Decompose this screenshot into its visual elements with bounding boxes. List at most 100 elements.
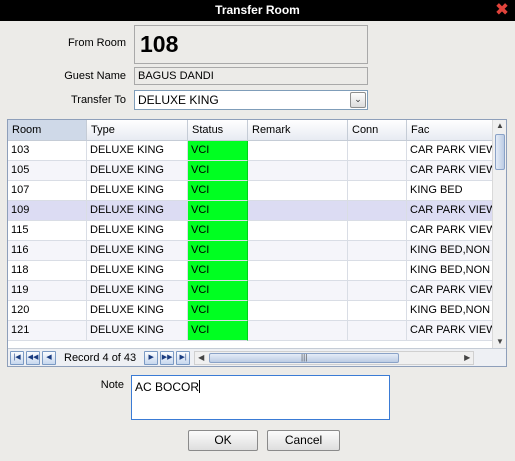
- grid-header: Room Type Status Remark Conn Fac: [8, 120, 493, 141]
- vertical-scroll-thumb[interactable]: [495, 134, 505, 170]
- cell-remark: [248, 141, 348, 161]
- cell-remark: [248, 201, 348, 221]
- table-row[interactable]: 115 DELUXE KING VCI CAR PARK VIEW: [8, 221, 493, 241]
- note-textarea[interactable]: AC BOCOR: [131, 375, 390, 420]
- cell-type: DELUXE KING: [87, 261, 188, 281]
- transfer-to-select[interactable]: DELUXE KING ⌄: [134, 90, 368, 110]
- cell-conn: [348, 181, 407, 201]
- cell-type: DELUXE KING: [87, 161, 188, 181]
- cell-fac: CAR PARK VIEW: [407, 201, 493, 221]
- table-row[interactable]: 107 DELUXE KING VCI KING BED: [8, 181, 493, 201]
- first-record-icon[interactable]: |◀: [10, 350, 24, 365]
- table-row[interactable]: 116 DELUXE KING VCI KING BED,NON S: [8, 241, 493, 261]
- cell-fac: CAR PARK VIEW: [407, 161, 493, 181]
- guest-name-label: Guest Name: [64, 70, 126, 82]
- scroll-down-icon[interactable]: ▼: [494, 336, 506, 348]
- cell-conn: [348, 161, 407, 181]
- cell-remark: [248, 181, 348, 201]
- cell-remark: [248, 321, 348, 341]
- cell-room: 120: [8, 301, 87, 321]
- close-icon[interactable]: ✖: [493, 1, 511, 19]
- record-navigator: |◀ ◀◀ ◀ Record 4 of 43 ▶ ▶▶ ▶| ◀ ||| ▶: [8, 348, 506, 366]
- cell-room: 116: [8, 241, 87, 261]
- cell-conn: [348, 321, 407, 341]
- column-header-fac[interactable]: Fac: [407, 120, 493, 141]
- cell-room: 121: [8, 321, 87, 341]
- scroll-right-icon[interactable]: ▶: [461, 352, 473, 364]
- vertical-scrollbar[interactable]: ▲ ▼: [492, 120, 506, 348]
- from-room-label: From Room: [67, 37, 126, 49]
- column-header-room[interactable]: Room: [8, 120, 87, 141]
- cell-fac: CAR PARK VIEW: [407, 221, 493, 241]
- cell-room: 105: [8, 161, 87, 181]
- title-bar: Transfer Room ✖: [0, 0, 515, 21]
- cell-room: 115: [8, 221, 87, 241]
- horizontal-scroll-thumb[interactable]: |||: [209, 352, 400, 363]
- cell-type: DELUXE KING: [87, 301, 188, 321]
- table-row[interactable]: 120 DELUXE KING VCI KING BED,NON S: [8, 301, 493, 321]
- cell-remark: [248, 301, 348, 321]
- table-row[interactable]: 119 DELUXE KING VCI CAR PARK VIEW: [8, 281, 493, 301]
- cell-conn: [348, 301, 407, 321]
- cell-conn: [348, 141, 407, 161]
- rooms-grid[interactable]: Room Type Status Remark Conn Fac 103 DELU…: [7, 119, 507, 367]
- previous-record-icon[interactable]: ◀: [42, 350, 56, 365]
- cell-room: 109: [8, 201, 87, 221]
- column-header-conn[interactable]: Conn: [348, 120, 407, 141]
- cell-type: DELUXE KING: [87, 321, 188, 341]
- previous-page-icon[interactable]: ◀◀: [26, 350, 40, 365]
- note-text: AC BOCOR: [135, 380, 200, 394]
- cell-status: VCI: [188, 301, 248, 321]
- table-row[interactable]: 103 DELUXE KING VCI CAR PARK VIEW: [8, 141, 493, 161]
- next-page-icon[interactable]: ▶▶: [160, 350, 175, 365]
- ok-button[interactable]: OK: [188, 430, 258, 451]
- cancel-button[interactable]: Cancel: [267, 430, 340, 451]
- cell-conn: [348, 261, 407, 281]
- cell-status: VCI: [188, 221, 248, 241]
- grid-body: 103 DELUXE KING VCI CAR PARK VIEW 105 DELUXE …: [8, 141, 493, 341]
- next-record-icon[interactable]: ▶: [144, 350, 159, 365]
- cell-type: DELUXE KING: [87, 281, 188, 301]
- cell-status: VCI: [188, 241, 248, 261]
- column-header-status[interactable]: Status: [188, 120, 248, 141]
- window-title: Transfer Room: [215, 3, 300, 17]
- cell-fac: KING BED,NON S: [407, 241, 493, 261]
- cell-type: DELUXE KING: [87, 201, 188, 221]
- last-record-icon[interactable]: ▶|: [176, 350, 191, 365]
- cell-type: DELUXE KING: [87, 181, 188, 201]
- table-row[interactable]: 121 DELUXE KING VCI CAR PARK VIEW: [8, 321, 493, 341]
- horizontal-scrollbar[interactable]: ◀ ||| ▶: [194, 350, 475, 365]
- transfer-to-value: DELUXE KING: [138, 93, 219, 107]
- record-counter: Record 4 of 43: [64, 351, 137, 364]
- transfer-to-label: Transfer To: [70, 94, 126, 106]
- cell-type: DELUXE KING: [87, 141, 188, 161]
- cell-room: 103: [8, 141, 87, 161]
- cell-status: VCI: [188, 201, 248, 221]
- cell-remark: [248, 241, 348, 261]
- cell-conn: [348, 281, 407, 301]
- cell-conn: [348, 221, 407, 241]
- cell-remark: [248, 161, 348, 181]
- guest-name-value: BAGUS DANDI: [134, 67, 368, 85]
- column-header-remark[interactable]: Remark: [248, 120, 348, 141]
- text-caret: [199, 380, 201, 393]
- cell-remark: [248, 221, 348, 241]
- cell-conn: [348, 201, 407, 221]
- cell-status: VCI: [188, 321, 248, 341]
- column-header-type[interactable]: Type: [87, 120, 188, 141]
- scroll-up-icon[interactable]: ▲: [494, 120, 506, 132]
- cell-type: DELUXE KING: [87, 241, 188, 261]
- table-row[interactable]: 109 DELUXE KING VCI CAR PARK VIEW: [8, 201, 493, 221]
- cell-fac: KING BED: [407, 181, 493, 201]
- table-row[interactable]: 105 DELUXE KING VCI CAR PARK VIEW: [8, 161, 493, 181]
- cell-fac: CAR PARK VIEW: [407, 281, 493, 301]
- scroll-left-icon[interactable]: ◀: [195, 352, 207, 364]
- table-row[interactable]: 118 DELUXE KING VCI KING BED,NON S: [8, 261, 493, 281]
- chevron-down-icon[interactable]: ⌄: [350, 92, 366, 108]
- cell-fac: KING BED,NON S: [407, 301, 493, 321]
- cell-status: VCI: [188, 141, 248, 161]
- cell-room: 118: [8, 261, 87, 281]
- cell-conn: [348, 241, 407, 261]
- cell-remark: [248, 281, 348, 301]
- note-label: Note: [100, 379, 124, 391]
